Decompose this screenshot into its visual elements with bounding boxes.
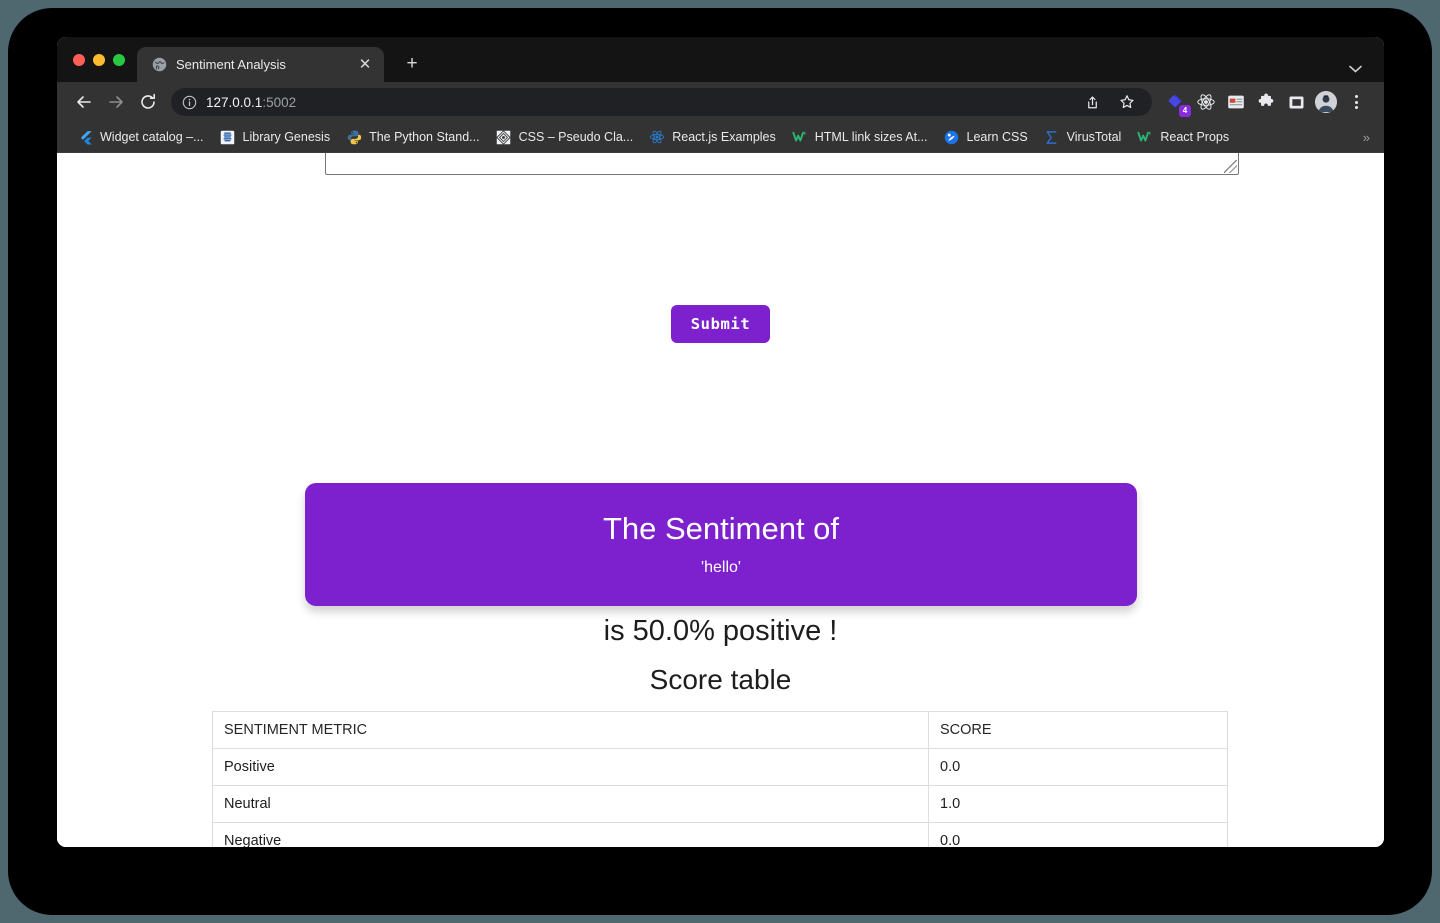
sentiment-input-wrapper bbox=[325, 153, 1239, 175]
bookmark-label: HTML link sizes At... bbox=[815, 130, 928, 144]
diamond-square-icon bbox=[496, 129, 512, 145]
blue-circle-icon bbox=[944, 129, 960, 145]
book-icon bbox=[220, 129, 236, 145]
bookmark-virustotal[interactable]: VirusTotal bbox=[1036, 126, 1130, 148]
score-table-head: SENTIMENT METRIC SCORE bbox=[213, 712, 1228, 749]
bookmark-label: VirusTotal bbox=[1067, 130, 1122, 144]
score-table: SENTIMENT METRIC SCORE Positive 0.0 Neut… bbox=[212, 711, 1228, 847]
kebab-menu-icon[interactable] bbox=[1342, 88, 1370, 116]
cell-score: 0.0 bbox=[929, 749, 1228, 786]
bookmark-react-examples[interactable]: React.js Examples bbox=[641, 126, 784, 148]
side-panel-icon[interactable] bbox=[1282, 88, 1310, 116]
sentiment-banner: The Sentiment of 'hello' bbox=[305, 483, 1137, 606]
extension-badge-count: 4 bbox=[1179, 105, 1191, 117]
bookmark-label: CSS – Pseudo Cla... bbox=[519, 130, 634, 144]
banner-title: The Sentiment of bbox=[603, 512, 839, 546]
cell-score: 0.0 bbox=[929, 823, 1228, 848]
reading-list-icon[interactable] bbox=[1222, 88, 1250, 116]
w3-green-icon bbox=[792, 129, 808, 145]
resize-handle-icon[interactable] bbox=[1224, 160, 1237, 173]
window-close-button[interactable] bbox=[73, 54, 85, 66]
column-header-score: SCORE bbox=[929, 712, 1228, 749]
address-bar[interactable]: 127.0.0.1:5002 bbox=[171, 88, 1152, 116]
bookmark-label: Widget catalog –... bbox=[100, 130, 204, 144]
new-tab-button[interactable]: + bbox=[401, 54, 423, 73]
back-button[interactable] bbox=[69, 87, 99, 117]
flutter-icon bbox=[77, 129, 93, 145]
bookmark-label: Library Genesis bbox=[243, 130, 331, 144]
window-maximize-button[interactable] bbox=[113, 54, 125, 66]
table-header-row: SENTIMENT METRIC SCORE bbox=[213, 712, 1228, 749]
browser-tab[interactable]: Sentiment Analysis ✕ bbox=[137, 47, 384, 82]
react-extension-icon[interactable] bbox=[1192, 88, 1220, 116]
reload-button[interactable] bbox=[133, 87, 163, 117]
bookmark-css-pseudo-classes[interactable]: CSS – Pseudo Cla... bbox=[488, 126, 642, 148]
avatar[interactable] bbox=[1312, 88, 1340, 116]
bookmark-python-docs[interactable]: The Python Stand... bbox=[338, 126, 488, 148]
bookmarks-bar: Widget catalog –... Library Genesis The … bbox=[57, 122, 1384, 153]
bookmark-label: The Python Stand... bbox=[369, 130, 480, 144]
sigma-icon bbox=[1044, 129, 1060, 145]
sentiment-result-text: is 50.0% positive ! bbox=[57, 615, 1384, 648]
table-row: Positive 0.0 bbox=[213, 749, 1228, 786]
table-row: Neutral 1.0 bbox=[213, 786, 1228, 823]
banner-subject: 'hello' bbox=[701, 559, 741, 577]
tab-title: Sentiment Analysis bbox=[176, 57, 348, 72]
url-host: 127.0.0.1 bbox=[206, 95, 262, 110]
score-table-heading: Score table bbox=[57, 664, 1384, 696]
share-icon[interactable] bbox=[1079, 89, 1105, 115]
url-port: :5002 bbox=[262, 95, 296, 110]
window-traffic-lights bbox=[69, 37, 137, 82]
react-atom-icon bbox=[649, 129, 665, 145]
score-table-body: Positive 0.0 Neutral 1.0 Negative 0.0 Co… bbox=[213, 749, 1228, 848]
cell-metric: Negative bbox=[213, 823, 929, 848]
window-minimize-button[interactable] bbox=[93, 54, 105, 66]
bookmark-library-genesis[interactable]: Library Genesis bbox=[212, 126, 339, 148]
sentiment-text-input[interactable] bbox=[325, 153, 1239, 175]
address-bar-text: 127.0.0.1:5002 bbox=[206, 95, 1070, 110]
bookmark-learn-css[interactable]: Learn CSS bbox=[936, 126, 1036, 148]
close-icon[interactable]: ✕ bbox=[357, 57, 373, 72]
column-header-metric: SENTIMENT METRIC bbox=[213, 712, 929, 749]
w3-green-icon bbox=[1137, 129, 1153, 145]
bookmark-widget-catalog[interactable]: Widget catalog –... bbox=[69, 126, 212, 148]
browser-window: Sentiment Analysis ✕ + bbox=[57, 37, 1384, 847]
star-icon[interactable] bbox=[1114, 89, 1140, 115]
bookmark-html-link-sizes[interactable]: HTML link sizes At... bbox=[784, 126, 936, 148]
puzzle-extensions-icon[interactable] bbox=[1252, 88, 1280, 116]
chevron-down-icon[interactable] bbox=[1349, 65, 1362, 73]
bookmark-label: React Props bbox=[1160, 130, 1229, 144]
page-content: Submit The Sentiment of 'hello' is 50.0%… bbox=[57, 153, 1384, 847]
bookmark-react-props[interactable]: React Props bbox=[1129, 126, 1237, 148]
bookmarks-overflow-button[interactable]: » bbox=[1363, 130, 1370, 145]
cell-metric: Neutral bbox=[213, 786, 929, 823]
avatar-image bbox=[1315, 91, 1337, 113]
diamond-extension-icon[interactable]: 4 bbox=[1162, 88, 1190, 116]
python-icon bbox=[346, 129, 362, 145]
tab-strip: Sentiment Analysis ✕ + bbox=[57, 37, 1384, 82]
cell-metric: Positive bbox=[213, 749, 929, 786]
submit-row: Submit bbox=[57, 305, 1384, 343]
browser-toolbar: 127.0.0.1:5002 4 bbox=[57, 82, 1384, 122]
forward-button[interactable] bbox=[101, 87, 131, 117]
cell-score: 1.0 bbox=[929, 786, 1228, 823]
bookmark-label: React.js Examples bbox=[672, 130, 776, 144]
info-circle-icon[interactable] bbox=[182, 95, 197, 110]
bookmark-label: Learn CSS bbox=[967, 130, 1028, 144]
table-row: Negative 0.0 bbox=[213, 823, 1228, 848]
globe-icon bbox=[151, 57, 167, 73]
submit-button[interactable]: Submit bbox=[671, 305, 771, 343]
